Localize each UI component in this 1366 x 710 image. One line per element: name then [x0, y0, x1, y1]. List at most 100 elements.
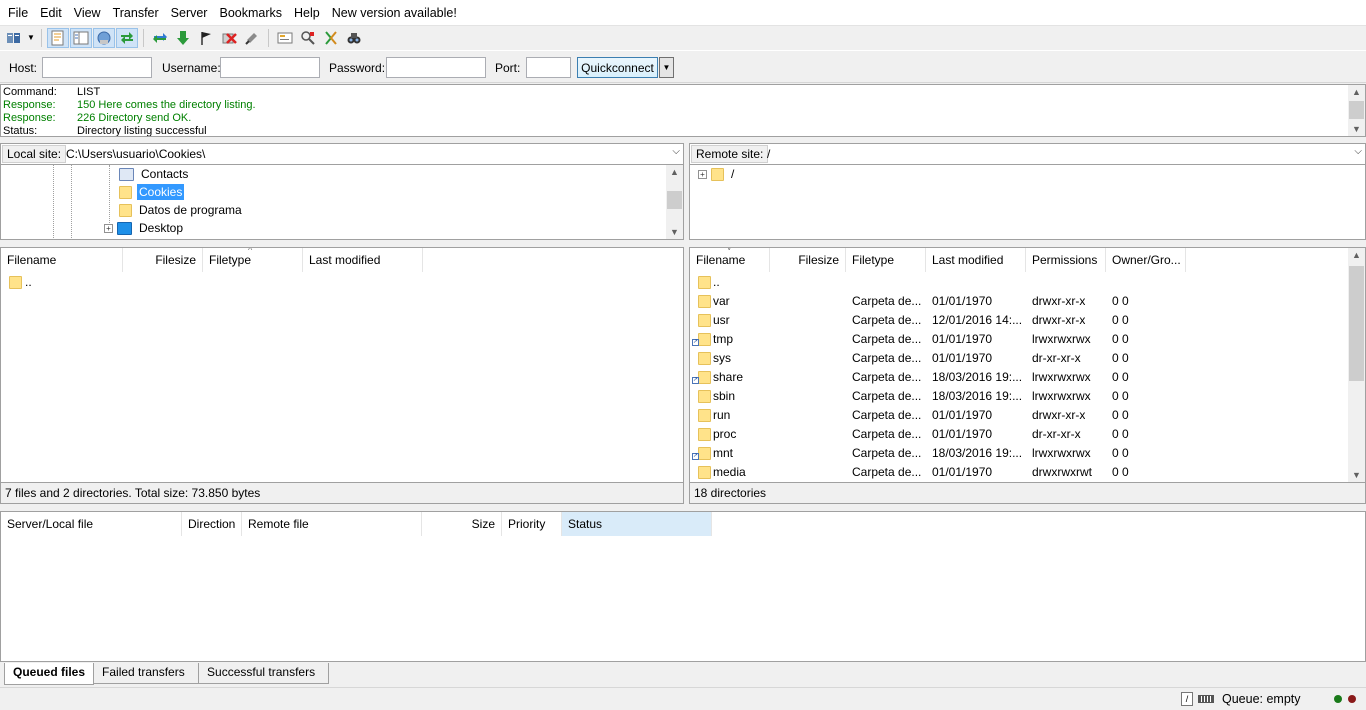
host-input[interactable]: [42, 57, 152, 78]
file-row[interactable]: proc Carpeta de... 01/01/1970 dr-xr-xr-x 0 0: [690, 425, 1350, 444]
process-queue-icon[interactable]: [172, 28, 194, 48]
symlink-overlay-icon: ↗: [692, 377, 699, 384]
file-row[interactable]: run Carpeta de... 01/01/1970 drwxr-xr-x 0 0: [690, 406, 1350, 425]
column-header-size[interactable]: Size: [422, 512, 502, 536]
scrollbar-thumb[interactable]: [1349, 101, 1364, 119]
tree-item-desktop[interactable]: + Desktop: [104, 219, 185, 237]
port-input[interactable]: [526, 57, 571, 78]
compare-directories-icon[interactable]: [320, 28, 342, 48]
toggle-local-tree-icon[interactable]: [70, 27, 92, 48]
menu-item-view[interactable]: View: [68, 0, 107, 26]
password-input[interactable]: [386, 57, 486, 78]
quickconnect-button[interactable]: Quickconnect: [577, 57, 658, 78]
username-input[interactable]: [220, 57, 320, 78]
column-header-direction[interactable]: Direction: [182, 512, 242, 536]
file-type: Carpeta de...: [852, 408, 922, 422]
file-row[interactable]: ..: [1, 273, 661, 292]
site-manager-icon[interactable]: [3, 28, 25, 48]
folder-icon: [698, 333, 711, 346]
local-path-dropdown-icon[interactable]: ⌵: [672, 146, 680, 157]
file-perms: lrwxrwxrwx: [1032, 332, 1091, 346]
file-perms: lrwxrwxrwx: [1032, 389, 1091, 403]
disconnect-icon[interactable]: [218, 28, 240, 48]
folder-icon: [698, 371, 711, 384]
directory-listing-filters-icon[interactable]: [274, 28, 296, 48]
menu-item-bookmarks[interactable]: Bookmarks: [213, 0, 288, 26]
tab-queued-files[interactable]: Queued files: [4, 663, 95, 685]
toggle-remote-tree-icon[interactable]: [93, 27, 115, 48]
local-tree-scrollbar[interactable]: ▲ ▼: [666, 165, 683, 239]
column-header-filesize[interactable]: Filesize: [123, 248, 203, 272]
reconnect-icon[interactable]: [241, 28, 263, 48]
file-modified: 01/01/1970: [932, 351, 993, 365]
column-header-server-local-file[interactable]: Server/Local file: [1, 512, 182, 536]
file-row[interactable]: media Carpeta de... 01/01/1970 drwxrwxrwt 0 …: [690, 463, 1350, 482]
local-file-list: Filename Filesize Filetype Last modified…: [0, 247, 684, 483]
column-header-owner-group[interactable]: Owner/Gro...: [1106, 248, 1186, 272]
file-row[interactable]: usr Carpeta de... 12/01/2016 14:... drwxr-x…: [690, 311, 1350, 330]
site-manager-dropdown-icon[interactable]: ▼: [26, 28, 36, 48]
toggle-log-icon[interactable]: [47, 27, 69, 48]
queue-status: Queue: empty: [1222, 692, 1301, 706]
file-row[interactable]: ..: [690, 273, 1350, 292]
tree-item-cookies[interactable]: Cookies: [119, 183, 185, 201]
file-row[interactable]: ↗ mnt Carpeta de... 18/03/2016 19:... lrwxrw…: [690, 444, 1350, 463]
tree-item-datos-de-programa[interactable]: Datos de programa: [119, 201, 244, 219]
remote-list-scrollbar[interactable]: ▲ ▼: [1348, 248, 1365, 482]
column-header-filesize[interactable]: Filesize: [770, 248, 846, 272]
scroll-up-icon[interactable]: ▲: [1348, 85, 1365, 99]
file-owner: 0 0: [1112, 465, 1129, 479]
column-header-status[interactable]: Status: [562, 512, 712, 536]
log-scrollbar[interactable]: ▲ ▼: [1348, 85, 1365, 136]
expand-icon[interactable]: +: [104, 223, 113, 233]
scrollbar-thumb[interactable]: [667, 191, 682, 209]
menu-item-file[interactable]: File: [2, 0, 34, 26]
scroll-up-icon[interactable]: ▲: [1348, 248, 1365, 262]
scrollbar-thumb[interactable]: [1349, 266, 1364, 381]
file-row[interactable]: sys Carpeta de... 01/01/1970 dr-xr-xr-x 0 0: [690, 349, 1350, 368]
file-row[interactable]: ↗ share Carpeta de... 18/03/2016 19:... lrwx…: [690, 368, 1350, 387]
file-row[interactable]: ↗ tmp Carpeta de... 01/01/1970 lrwxrwxrwx 0 0: [690, 330, 1350, 349]
menu-item-server[interactable]: Server: [165, 0, 214, 26]
tree-guide-line: [53, 165, 54, 239]
column-header-filename[interactable]: Filename: [1, 248, 123, 272]
column-header-last-modified[interactable]: Last modified: [926, 248, 1026, 272]
search-remote-icon[interactable]: [343, 28, 365, 48]
file-modified: 01/01/1970: [932, 294, 993, 308]
log-line: Response: 150 Here comes the directory li…: [3, 99, 256, 112]
column-header-priority[interactable]: Priority: [502, 512, 562, 536]
speed-limit-icon[interactable]: [1198, 695, 1214, 703]
cancel-operation-icon[interactable]: [195, 28, 217, 48]
scroll-down-icon[interactable]: ▼: [1348, 468, 1365, 482]
tab-failed-transfers[interactable]: Failed transfers: [93, 663, 200, 684]
menu-item-edit[interactable]: Edit: [34, 0, 68, 26]
column-header-filetype[interactable]: Filetype: [203, 248, 303, 272]
column-header-last-modified[interactable]: Last modified: [303, 248, 423, 272]
menu-item-new-version-available[interactable]: New version available!: [326, 0, 463, 26]
quickconnect-dropdown-icon[interactable]: ▼: [659, 57, 674, 78]
file-row[interactable]: sbin Carpeta de... 18/03/2016 19:... lrwxrw…: [690, 387, 1350, 406]
menu-item-help[interactable]: Help: [288, 0, 326, 26]
scroll-up-icon[interactable]: ▲: [666, 165, 683, 179]
toolbar-separator: [41, 28, 42, 47]
file-row[interactable]: var Carpeta de... 01/01/1970 drwxr-xr-x 0 0: [690, 292, 1350, 311]
file-modified: 18/03/2016 19:...: [932, 446, 1023, 460]
remote-path-input[interactable]: /: [767, 147, 770, 161]
column-header-filetype[interactable]: Filetype: [846, 248, 926, 272]
toggle-queue-icon[interactable]: [116, 27, 138, 48]
tree-item-contacts[interactable]: Contacts: [119, 165, 190, 183]
status-led-icon: [1334, 695, 1342, 703]
local-path-input[interactable]: C:\Users\usuario\Cookies\: [66, 147, 205, 161]
column-header-permissions[interactable]: Permissions: [1026, 248, 1106, 272]
refresh-icon[interactable]: [149, 28, 171, 48]
tab-successful-transfers[interactable]: Successful transfers: [198, 663, 330, 684]
scroll-down-icon[interactable]: ▼: [666, 225, 683, 239]
scroll-down-icon[interactable]: ▼: [1348, 122, 1365, 136]
expand-icon[interactable]: +: [698, 169, 707, 179]
remote-path-dropdown-icon[interactable]: ⌵: [1354, 146, 1362, 157]
toggle-sync-browsing-icon[interactable]: [297, 28, 319, 48]
column-header-remote-file[interactable]: Remote file: [242, 512, 422, 536]
remote-tree-root[interactable]: + /: [698, 165, 736, 183]
menu-item-transfer[interactable]: Transfer: [107, 0, 165, 26]
file-type: Carpeta de...: [852, 313, 922, 327]
